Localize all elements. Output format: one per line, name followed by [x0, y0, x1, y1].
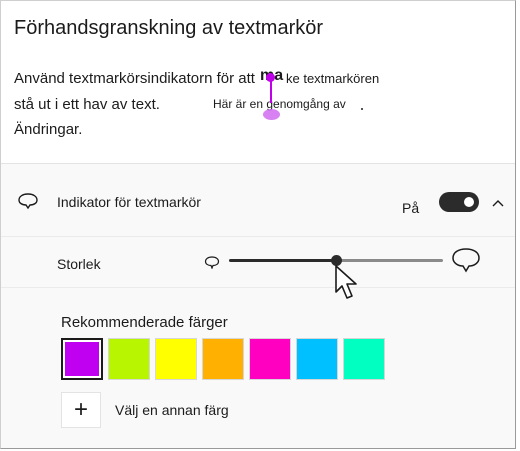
- size-slider-area: Storlek Rekommenderade färger + Välj en …: [1, 164, 515, 448]
- preview-line-1: Använd textmarkörsindikatorn för att: [14, 70, 255, 87]
- color-swatch-7[interactable]: [343, 338, 385, 380]
- preview-line-2: stå ut i ett hav av text.: [14, 96, 160, 113]
- preview-overlay-sub: Här är en genomgång av: [213, 97, 346, 111]
- color-swatch-6[interactable]: [296, 338, 338, 380]
- mouse-pointer-icon: [334, 264, 364, 307]
- plus-icon: +: [73, 396, 88, 423]
- color-swatch-4[interactable]: [202, 338, 244, 380]
- preview-overlay-tail: ke textmarkören: [286, 71, 380, 86]
- preview-dot: [361, 108, 363, 110]
- color-swatch-3[interactable]: [155, 338, 197, 380]
- settings-panel: Indikator för textmarkör På Storlek Reko…: [1, 164, 515, 448]
- color-swatch-2[interactable]: [108, 338, 150, 380]
- size-label: Storlek: [57, 256, 101, 272]
- preview-line-3: Ändringar.: [14, 121, 83, 138]
- text-cursor-stem: [270, 81, 272, 103]
- small-cursor-icon: [204, 256, 220, 274]
- text-cursor-preview: Förhandsgranskning av textmarkör Använd …: [1, 1, 515, 164]
- large-cursor-icon: [451, 247, 481, 278]
- color-swatch-1[interactable]: [61, 338, 103, 380]
- slider-track-filled[interactable]: [229, 259, 335, 262]
- color-swatch-5[interactable]: [249, 338, 291, 380]
- choose-other-color-button[interactable]: +: [61, 392, 101, 428]
- recommended-colors-label: Rekommenderade färger: [61, 314, 228, 331]
- choose-other-color-label[interactable]: Välj en annan färg: [115, 402, 229, 418]
- preview-title: Förhandsgranskning av textmarkör: [14, 17, 324, 39]
- text-cursor-indicator-bottom: [263, 109, 280, 120]
- slider-track-empty[interactable]: [339, 259, 443, 262]
